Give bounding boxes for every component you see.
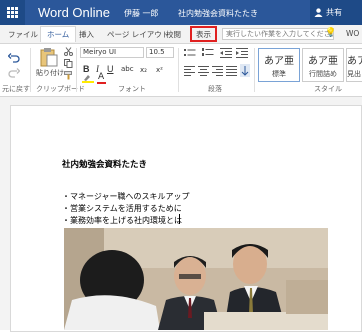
- paragraph-group-label: 段落: [208, 85, 222, 93]
- style-label: 標準: [272, 70, 286, 78]
- tab-insert[interactable]: 挿入: [79, 29, 94, 40]
- font-name-dropdown[interactable]: Meiryo UI: [80, 47, 144, 58]
- style-no-spacing[interactable]: あア亜 行間詰め: [302, 48, 344, 82]
- style-normal[interactable]: あア亜 標準: [258, 48, 300, 82]
- user-name: 伊藤 一郎: [124, 9, 159, 18]
- bold-button[interactable]: B: [83, 64, 90, 74]
- person-icon: [314, 8, 323, 17]
- justify-icon[interactable]: [226, 66, 237, 76]
- tab-file[interactable]: ファイル: [8, 29, 38, 40]
- align-right-icon[interactable]: [212, 66, 223, 76]
- document-title[interactable]: 社内勉強会資料たたき: [178, 8, 258, 19]
- copy-icon[interactable]: [64, 59, 73, 68]
- tab-view[interactable]: 表示: [190, 26, 217, 42]
- paste-button[interactable]: 貼り付け: [36, 68, 64, 78]
- app-launcher-icon[interactable]: [0, 0, 25, 25]
- superscript-button[interactable]: x²: [156, 66, 163, 74]
- text-direction-icon[interactable]: [240, 64, 250, 77]
- style-label: 見出: [347, 70, 361, 78]
- align-left-icon[interactable]: [184, 66, 195, 76]
- tab-review[interactable]: 校閲: [166, 29, 181, 40]
- title-bar: Word Online 伊藤 一郎 社内勉強会資料たたき 共有: [0, 0, 362, 25]
- numbering-icon[interactable]: [202, 48, 214, 58]
- divider: [76, 48, 77, 92]
- bullet-item[interactable]: ・業務効率を上げる社内環境とは: [62, 215, 182, 226]
- font-color-button[interactable]: A: [98, 72, 104, 82]
- redo-icon[interactable]: [8, 67, 20, 79]
- app-name[interactable]: Word Online: [38, 5, 110, 20]
- subscript-button[interactable]: x₂: [140, 66, 147, 74]
- undo-group-label: 元に戻す: [2, 85, 30, 93]
- font-color-swatch: [97, 82, 106, 84]
- bullet-item[interactable]: ・営業システムを活用するために: [62, 203, 182, 214]
- format-painter-icon[interactable]: [64, 71, 73, 80]
- text-cursor: [179, 214, 180, 224]
- share-button[interactable]: 共有: [310, 0, 362, 25]
- style-sample: あア亜: [308, 56, 338, 67]
- divider: [254, 48, 255, 92]
- tab-page-layout[interactable]: ページ レイアウト: [107, 29, 169, 40]
- clipboard-group-label: クリップボード: [36, 85, 85, 93]
- decrease-indent-icon[interactable]: [220, 48, 232, 58]
- style-sample: あア亜: [264, 56, 294, 67]
- tell-me-input[interactable]: 実行したい作業を入力してください: [222, 28, 334, 40]
- font-size-dropdown[interactable]: 10.5: [146, 47, 174, 58]
- highlight-color-icon[interactable]: [82, 74, 94, 83]
- font-group-label: フォント: [118, 85, 146, 93]
- bullet-item[interactable]: ・マネージャー職へのスキルアップ: [62, 191, 189, 202]
- divider: [178, 48, 179, 92]
- styles-group-label: スタイル: [314, 85, 342, 93]
- style-label: 行間詰め: [309, 70, 337, 78]
- tab-overflow[interactable]: WO: [346, 29, 359, 38]
- style-heading[interactable]: あア亜 見出: [346, 48, 362, 82]
- style-sample: あア亜: [347, 56, 362, 67]
- tab-home[interactable]: ホーム: [40, 26, 77, 42]
- increase-indent-icon[interactable]: [236, 48, 248, 58]
- undo-icon[interactable]: [8, 52, 20, 64]
- document-heading[interactable]: 社内勉強会資料たたき: [62, 158, 147, 170]
- ribbon: 元に戻す 貼り付け クリップボード Meiryo UI 10.5 B I U a…: [0, 44, 362, 97]
- divider: [30, 48, 31, 92]
- bullets-icon[interactable]: [184, 48, 196, 58]
- lightbulb-icon: 💡: [325, 28, 337, 38]
- cut-icon[interactable]: [64, 47, 73, 56]
- meeting-photo[interactable]: [64, 228, 328, 330]
- strikethrough-button[interactable]: abc: [121, 65, 134, 73]
- share-label: 共有: [326, 8, 342, 17]
- underline-button[interactable]: U: [107, 64, 114, 74]
- align-center-icon[interactable]: [198, 66, 209, 76]
- paste-icon[interactable]: [40, 47, 58, 67]
